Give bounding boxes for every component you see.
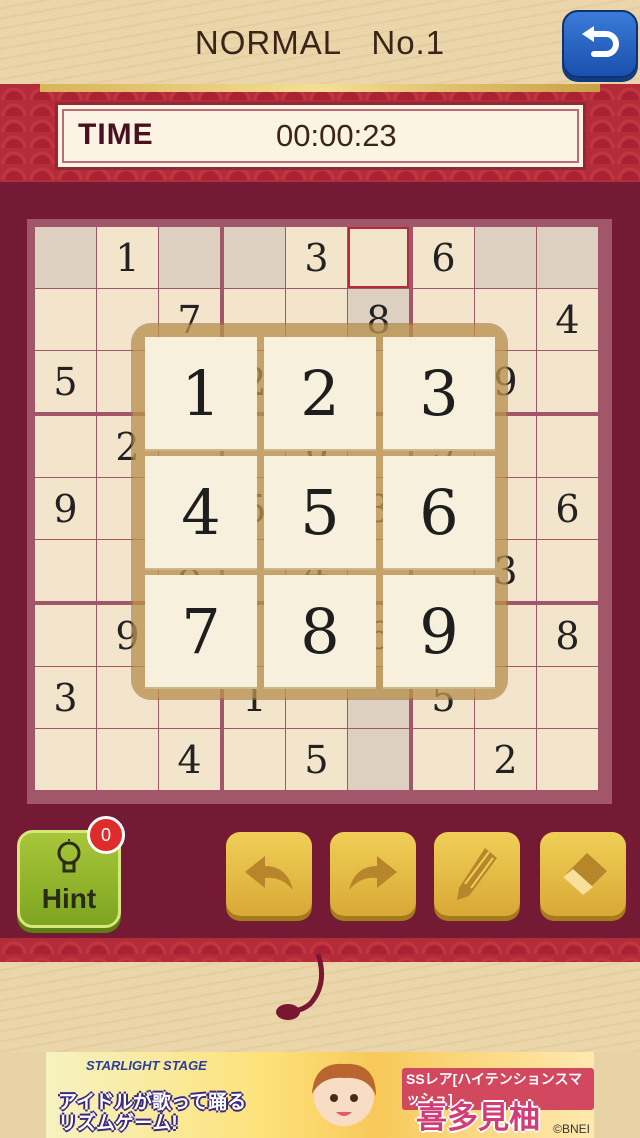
undo-button[interactable] [226,832,312,916]
redo-button[interactable] [330,832,416,916]
grid-cell-r4-c1[interactable] [35,416,96,477]
back-button[interactable] [562,10,638,78]
lightbulb-icon [57,839,81,873]
grid-cell-r1-c9[interactable] [537,227,598,288]
ad-copy-line1: アイドルが歌って踊る [58,1092,247,1113]
grid-cell-r9-c6[interactable] [348,729,409,790]
decor-gold-leaf [40,84,600,92]
grid-cell-r8-c9[interactable] [537,667,598,728]
number-key-8[interactable]: 8 [264,575,376,687]
grid-cell-r7-c1[interactable] [35,605,96,666]
eraser-icon [563,853,607,895]
grid-cell-r2-c1[interactable] [35,289,96,350]
grid-cell-r1-c4[interactable] [224,227,285,288]
number-key-3[interactable]: 3 [383,337,495,449]
timer-panel: TIME 00:00:23 [55,102,586,170]
grid-cell-r5-c9[interactable]: 6 [537,478,598,539]
ad-credit: ©BNEI [553,1122,590,1136]
grid-cell-r3-c1[interactable]: 5 [35,351,96,412]
number-picker-popup: 123 456 789 [133,325,506,698]
number-key-6[interactable]: 6 [383,456,495,568]
pencil-button[interactable] [434,832,520,916]
number-key-7[interactable]: 7 [145,575,257,687]
grid-cell-r1-c8[interactable] [475,227,536,288]
timer-value: 00:00:23 [276,118,397,153]
ad-character-illustration [312,1063,376,1126]
number-key-5[interactable]: 5 [264,456,376,568]
number-key-9[interactable]: 9 [383,575,495,687]
undo-arrow-icon [245,856,293,890]
grid-cell-r3-c9[interactable] [537,351,598,412]
grid-cell-r9-c7[interactable] [413,729,474,790]
grid-cell-r4-c9[interactable] [537,416,598,477]
timer-label: TIME [78,118,154,151]
bottom-wood-panel [0,954,640,1052]
grid-cell-r1-c6[interactable] [348,227,409,288]
grid-cell-r9-c4[interactable] [224,729,285,790]
eraser-button[interactable] [540,832,626,916]
grid-cell-r7-c9[interactable]: 8 [537,605,598,666]
hint-count-badge: 0 [87,816,125,854]
number-key-2[interactable]: 2 [264,337,376,449]
pencil-icon [457,848,497,900]
redo-arrow-icon [349,856,397,890]
decor-cord-icon [276,954,325,1020]
number-key-4[interactable]: 4 [145,456,257,568]
ad-character-name: 喜多見柚 [416,1100,540,1135]
number-key-1[interactable]: 1 [145,337,257,449]
grid-cell-r2-c9[interactable]: 4 [537,289,598,350]
grid-cell-r1-c2[interactable]: 1 [97,227,158,288]
grid-cell-r9-c1[interactable] [35,729,96,790]
ad-copy: アイドルが歌って踊る リズムゲーム! [58,1092,246,1134]
grid-cell-r5-c1[interactable]: 9 [35,478,96,539]
grid-cell-r1-c3[interactable] [159,227,220,288]
grid-cell-r9-c8[interactable]: 2 [475,729,536,790]
hint-label: Hint [41,883,97,914]
ad-banner[interactable]: STARLIGHT STAGE アイドルが歌って踊る リズムゲーム! SSレア[… [46,1052,594,1138]
grid-cell-r9-c5[interactable]: 5 [286,729,347,790]
grid-cell-r6-c1[interactable] [35,540,96,601]
grid-cell-r1-c5[interactable]: 3 [286,227,347,288]
page-title: NORMAL No.1 [194,24,446,61]
grid-cell-r9-c3[interactable]: 4 [159,729,220,790]
grid-cell-r1-c7[interactable]: 6 [413,227,474,288]
return-arrow-icon [582,26,619,57]
grid-cell-r9-c9[interactable] [537,729,598,790]
ad-logo: STARLIGHT STAGE [86,1058,207,1073]
grid-cell-r9-c2[interactable] [97,729,158,790]
grid-cell-r1-c1[interactable] [35,227,96,288]
ad-copy-line2: リズムゲーム! [58,1113,178,1134]
grid-cell-r6-c9[interactable] [537,540,598,601]
grid-cell-r8-c1[interactable]: 3 [35,667,96,728]
